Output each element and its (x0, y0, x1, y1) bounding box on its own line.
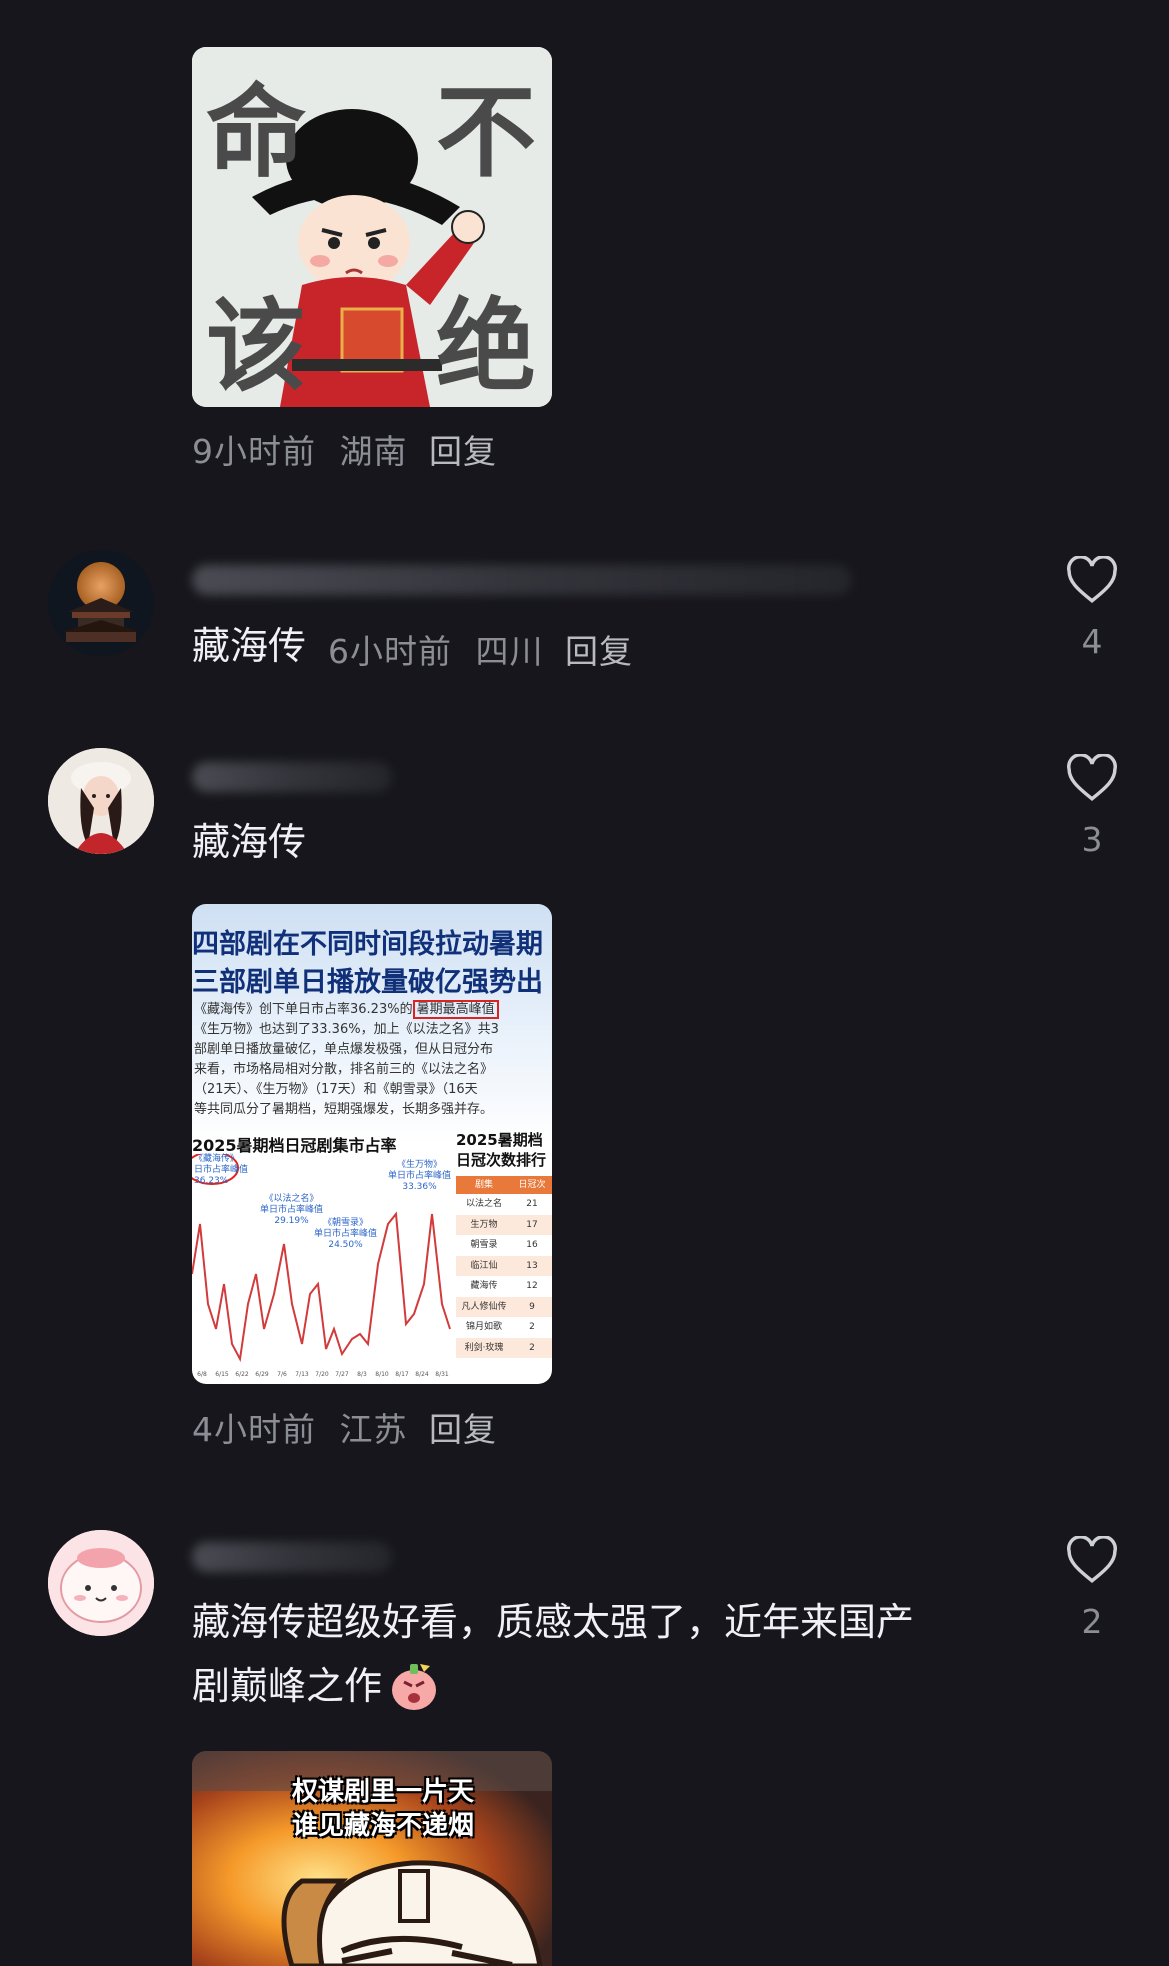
rank-title: 2025暑期档 日冠次数排行 (456, 1131, 547, 1169)
username-blurred[interactable] (192, 565, 852, 595)
comment-location: 江苏 (339, 1410, 408, 1449)
like-button[interactable]: 4 (1060, 556, 1124, 661)
rank-days: 9 (529, 1301, 535, 1312)
rank-drama-name: 凡人修仙传 (461, 1301, 507, 1312)
username-blurred[interactable] (192, 1542, 392, 1572)
infographic-image[interactable]: 四部剧在不同时间段拉动暑期 三部剧单日播放量破亿强势出 《藏海传》创下单日市占率… (192, 904, 552, 1384)
rank-table-header: 剧集 日冠次 (456, 1176, 552, 1194)
rank-table-row: 藏海传 12 (456, 1276, 552, 1297)
chart-callout-zanghaizhuan: 《藏海传》 日市占率峰值 36.23% (194, 1154, 249, 1186)
chart-callout-zhaoxuelu: 《朝雪录》 单日市占率峰值 24.50% (314, 1218, 378, 1250)
highlight-box: 暑期最高峰值 (412, 1000, 499, 1019)
sticker-char-jue: 绝 (436, 288, 536, 405)
rank-table-row: 朝雪录 16 (456, 1235, 552, 1256)
x-tick-label: 6/22 (235, 1371, 249, 1378)
rank-drama-name: 利剑·玫瑰 (464, 1342, 504, 1353)
rank-table-row: 生万物 17 (456, 1214, 552, 1235)
x-tick-label: 6/8 (197, 1371, 207, 1378)
rank-days: 21 (526, 1199, 538, 1209)
sticker-image[interactable]: 命 不 该 绝 (192, 47, 552, 407)
rank-table: 剧集 日冠次 以法之名 21 生万物 17 朝雪录 16 临江仙 13 藏海传 12 凡人修仙传 9 锦… (456, 1176, 552, 1358)
rank-days: 16 (526, 1240, 538, 1250)
heart-icon (1067, 556, 1117, 603)
rank-drama-name: 锦月如歌 (465, 1322, 502, 1332)
rank-days: 13 (526, 1260, 538, 1271)
chart-callout-shengwanwu: 《生万物》 单日市占率峰值 33.36% (388, 1160, 452, 1192)
rank-days: 12 (526, 1281, 538, 1291)
meme-caption: 权谋剧里一片天 谁见藏海不递烟 (292, 1777, 475, 1841)
comment-text: 藏海传 (192, 820, 307, 864)
x-tick-label: 8/17 (395, 1371, 409, 1378)
like-count: 4 (1081, 622, 1103, 661)
rank-days: 2 (529, 1342, 535, 1353)
comment-location: 四川 (475, 632, 544, 671)
rank-drama-name: 藏海传 (470, 1281, 498, 1291)
rank-days: 2 (529, 1322, 535, 1332)
comment-text: 藏海传 (192, 624, 307, 668)
rank-table-row: 以法之名 21 (456, 1194, 552, 1215)
heart-icon (1067, 1536, 1117, 1583)
x-tick-label: 8/10 (375, 1371, 389, 1378)
avatar[interactable] (48, 1530, 154, 1636)
rank-table-row: 利剑·玫瑰 2 (456, 1337, 552, 1358)
x-tick-label: 8/24 (415, 1371, 429, 1378)
x-tick-label: 7/20 (315, 1371, 329, 1378)
x-tick-label: 8/31 (435, 1371, 449, 1378)
angry-emoji-icon (392, 1664, 437, 1710)
x-tick-label: 7/13 (295, 1371, 309, 1378)
rank-table-row: 临江仙 13 (456, 1255, 552, 1276)
username-blurred[interactable] (192, 762, 392, 792)
reply-button[interactable]: 回复 (429, 432, 497, 471)
avatar[interactable] (48, 550, 154, 656)
reply-button[interactable]: 回复 (429, 1410, 497, 1449)
x-tick-label: 7/27 (335, 1371, 349, 1378)
like-count: 3 (1081, 820, 1103, 859)
like-button[interactable]: 2 (1060, 1536, 1124, 1641)
x-tick-label: 6/29 (255, 1371, 269, 1378)
comment-meta: 6小时前 四川 回复 (328, 625, 633, 673)
infographic-title-1: 四部剧在不同时间段拉动暑期 (192, 929, 543, 960)
sticker-char-bu: 不 (436, 74, 536, 191)
comment-meta: 9小时前 湖南 回复 (192, 425, 497, 473)
comment-time: 4小时前 (192, 1410, 316, 1449)
x-tick-label: 6/15 (215, 1371, 229, 1378)
rank-drama-name: 朝雪录 (470, 1240, 498, 1250)
sticker-char-gai: 该 (206, 288, 306, 405)
heart-icon (1067, 754, 1117, 801)
avatar[interactable] (48, 748, 154, 854)
x-tick-label: 7/6 (277, 1371, 287, 1378)
infographic-title-2: 三部剧单日播放量破亿强势出 (192, 967, 543, 998)
sticker-char-ming: 命 (206, 74, 306, 191)
rank-drama-name: 以法之名 (465, 1199, 502, 1209)
comment-time: 6小时前 (328, 632, 452, 671)
rank-table-row: 锦月如歌 2 (456, 1317, 552, 1338)
infographic-paragraph: 《藏海传》创下单日市占率36.23%的 暑期最高峰值 《生万物》也达到了33.36… (194, 1000, 499, 1117)
comment-location: 湖南 (339, 432, 408, 471)
chart-title: 2025暑期档日冠剧集市占率 (192, 1136, 397, 1155)
comment-meta: 4小时前 江苏 回复 (192, 1403, 497, 1451)
comment-time: 9小时前 (192, 432, 316, 471)
comment-text: 藏海传超级好看，质感太强了，近年来国产 剧巅峰之作 (192, 1590, 914, 1718)
like-button[interactable]: 3 (1060, 754, 1124, 859)
rank-table-row: 凡人修仙传 9 (456, 1296, 552, 1317)
x-tick-label: 8/3 (357, 1371, 367, 1378)
like-count: 2 (1081, 1602, 1103, 1641)
rank-drama-name: 生万物 (470, 1219, 498, 1230)
meme-image[interactable]: 权谋剧里一片天 谁见藏海不递烟 (192, 1751, 552, 1966)
reply-button[interactable]: 回复 (565, 632, 633, 671)
rank-days: 17 (526, 1219, 538, 1230)
rank-drama-name: 临江仙 (470, 1260, 498, 1271)
